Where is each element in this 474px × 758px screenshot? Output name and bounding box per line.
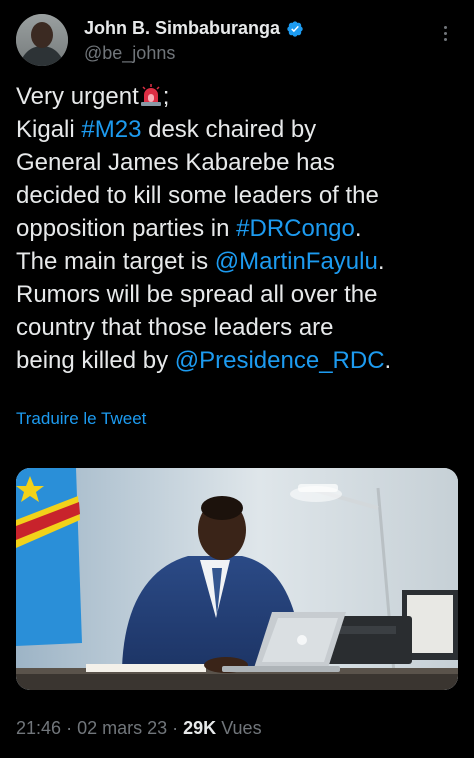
avatar[interactable] [16, 14, 68, 66]
views-count[interactable]: 29K [183, 718, 216, 738]
tweet-date[interactable]: 02 mars 23 [77, 718, 167, 738]
tweet-line: Rumors will be spread all over the [16, 281, 378, 308]
tweet-time[interactable]: 21:46 [16, 718, 61, 738]
tweet-line: General James Kabarebe has [16, 149, 335, 176]
more-options-icon[interactable] [444, 26, 448, 41]
siren-emoji-icon [140, 84, 161, 106]
mention-martinfayulu[interactable]: @MartinFayulu [215, 248, 378, 275]
author-handle[interactable]: @be_johns [84, 43, 175, 64]
tweet-line: opposition parties in #DRCongo. [16, 215, 362, 242]
tweet-line: Kigali #M23 desk chaired by [16, 116, 317, 143]
views-label: Vues [221, 718, 262, 738]
hashtag-drcongo[interactable]: #DRCongo [236, 215, 355, 242]
tweet-line: country that those leaders are [16, 314, 334, 341]
tweet-photo[interactable] [16, 468, 458, 690]
tweet-header: John B. Simbaburanga @be_johns [16, 10, 458, 70]
tweet-text: Very urgent ; Kigali #M23 desk chaired b… [16, 80, 464, 377]
author-name[interactable]: John B. Simbaburanga [84, 18, 280, 39]
mention-presidence-rdc[interactable]: @Presidence_RDC [175, 347, 385, 374]
tweet-line: The main target is @MartinFayulu. [16, 248, 385, 275]
photo-illustration [16, 468, 458, 690]
translate-tweet-link[interactable]: Traduire le Tweet [16, 409, 146, 429]
tweet-metadata: 21:46 · 02 mars 23 · 29K Vues [16, 718, 262, 738]
verified-badge-icon [287, 20, 303, 37]
tweet-line: decided to kill some leaders of the [16, 182, 379, 209]
tweet-line: Very urgent ; [16, 83, 170, 110]
author-name-row[interactable]: John B. Simbaburanga [84, 18, 304, 39]
tweet-line: being killed by @Presidence_RDC. [16, 347, 392, 374]
hashtag-m23[interactable]: #M23 [81, 116, 141, 143]
